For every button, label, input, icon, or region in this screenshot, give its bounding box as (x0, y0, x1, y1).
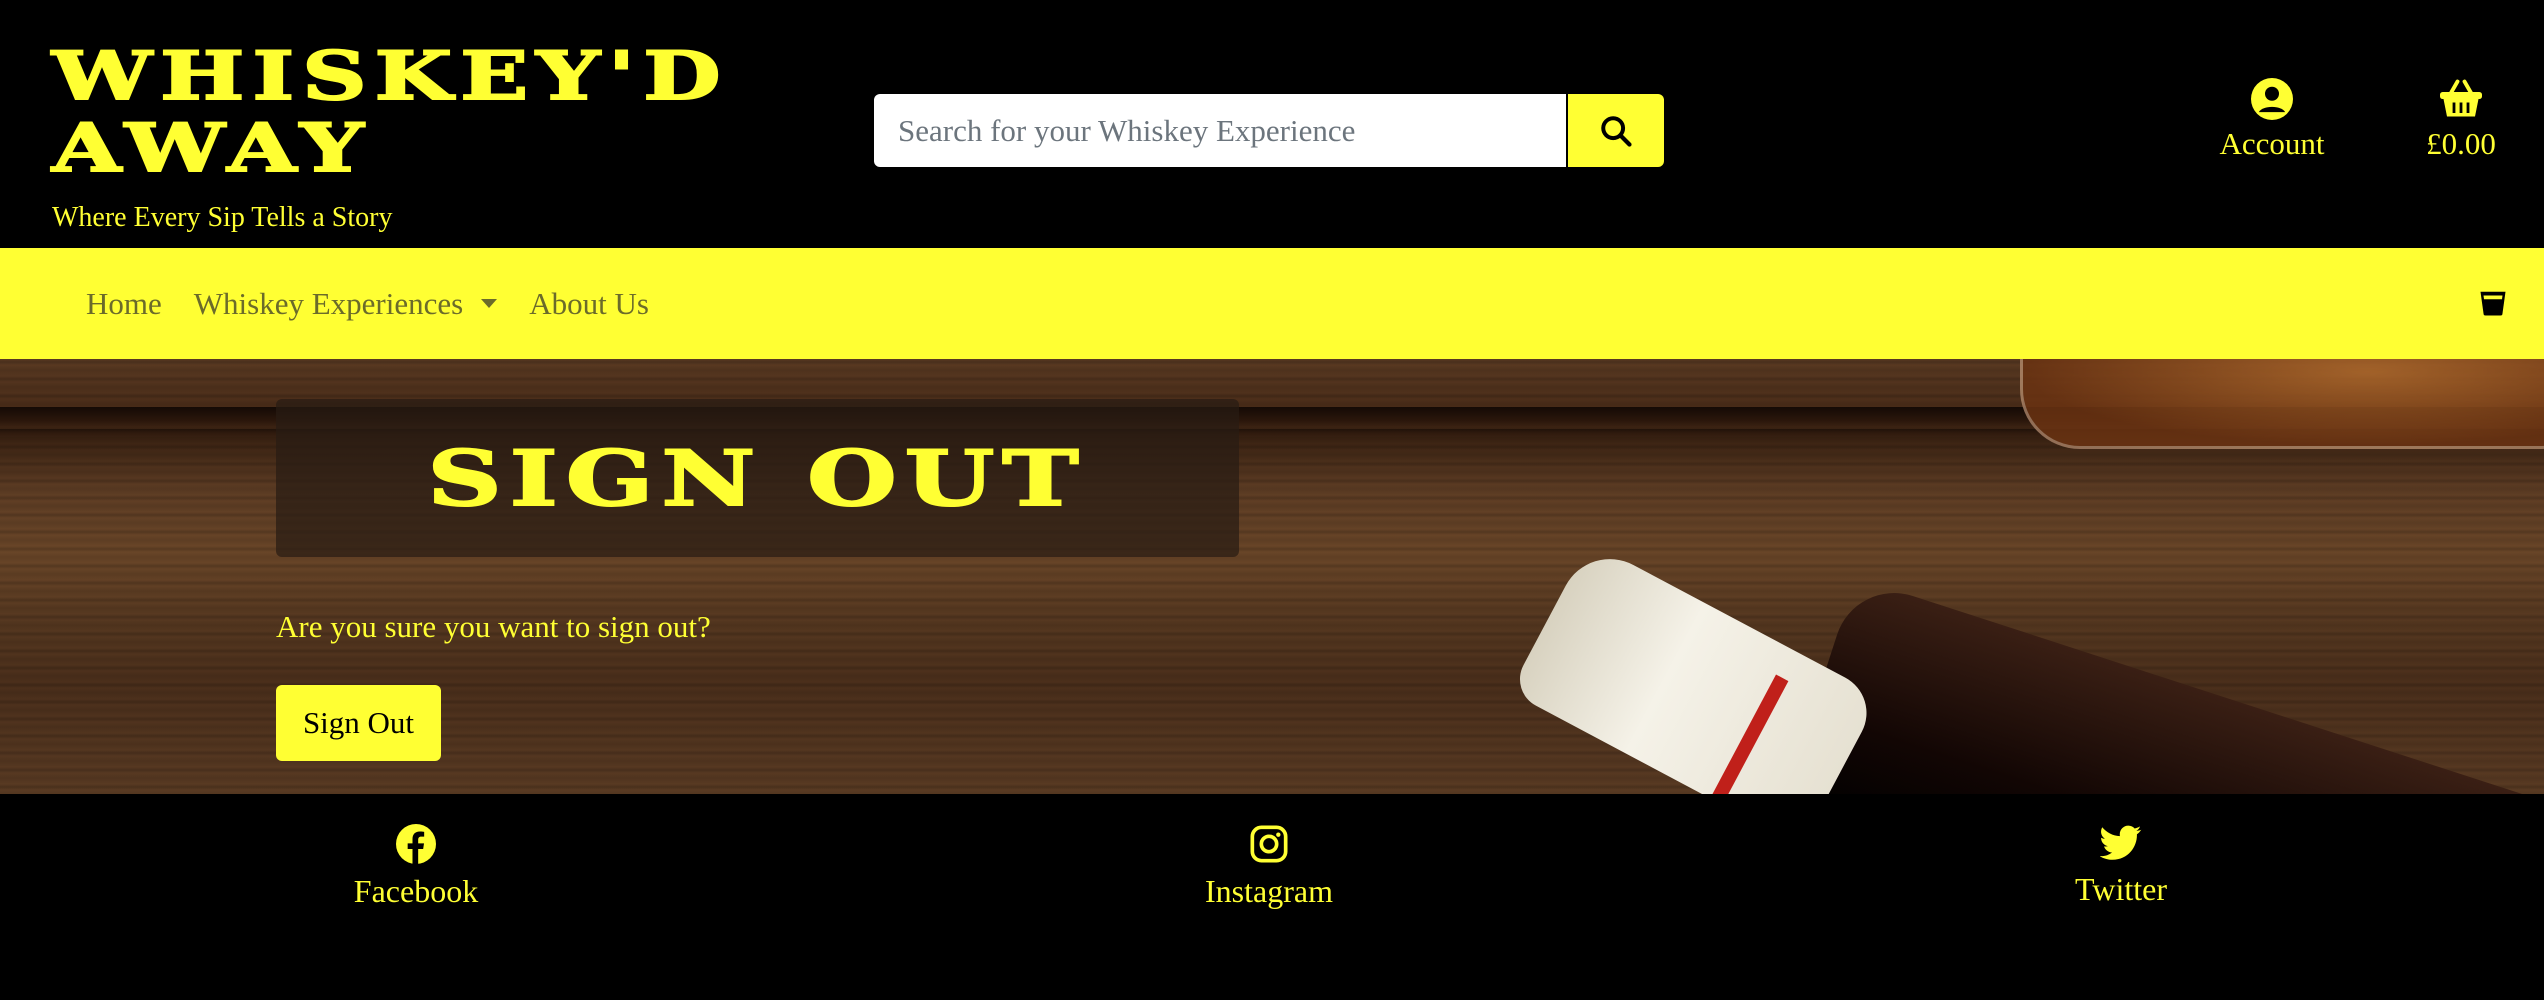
site-footer: Facebook Instagram Twitter (0, 794, 2544, 1000)
search-button[interactable] (1568, 94, 1664, 167)
sign-out-section: Sign Out Are you sure you want to sign o… (0, 359, 2544, 794)
main-navbar: Home Whiskey Experiences About Us (0, 248, 2544, 359)
site-header: Whiskey'd Away Where Every Sip Tells a S… (0, 0, 2544, 248)
nav-item-home[interactable]: Home (86, 286, 162, 322)
shopping-basket-icon (2440, 79, 2482, 117)
whiskey-glass-image (2020, 359, 2544, 449)
search-icon (1601, 115, 1632, 147)
nav-item-label: About Us (529, 285, 649, 321)
brand-tagline: Where Every Sip Tells a Story (52, 202, 393, 233)
page-title-box: Sign Out (276, 399, 1239, 557)
brand-title-line2: Away (51, 109, 372, 187)
nav-item-whiskey-experiences[interactable]: Whiskey Experiences (193, 285, 498, 322)
caret-down-icon (481, 299, 498, 308)
basket-total: £0.00 (2426, 126, 2496, 161)
facebook-link[interactable]: Facebook (296, 824, 536, 910)
facebook-icon (396, 824, 436, 864)
search-form (874, 94, 1664, 167)
nav-item-label: Home (86, 285, 162, 321)
search-input[interactable] (874, 94, 1566, 167)
twitter-icon (2099, 825, 2142, 860)
sign-out-question: Are you sure you want to sign out? (276, 609, 711, 644)
account-label: Account (2219, 126, 2325, 161)
brand-title-line1: Whiskey'd (51, 37, 729, 115)
nav-item-label: Whiskey Experiences (193, 285, 464, 321)
twitter-label: Twitter (2075, 871, 2167, 907)
page-title: Sign Out (427, 433, 1088, 524)
whiskey-bottle-image (1781, 577, 2544, 794)
whiskey-glass-icon[interactable] (2478, 288, 2508, 318)
sign-out-button[interactable]: Sign Out (276, 685, 441, 761)
basket-link[interactable]: £0.00 (2406, 78, 2516, 162)
instagram-link[interactable]: Instagram (1149, 824, 1389, 910)
twitter-link[interactable]: Twitter (2001, 824, 2241, 908)
bottle-cap-image (1509, 541, 1881, 794)
facebook-label: Facebook (353, 873, 479, 909)
instagram-label: Instagram (1205, 873, 1333, 909)
user-circle-icon (2251, 78, 2293, 120)
nav-item-about-us[interactable]: About Us (529, 286, 649, 322)
brand-logo[interactable]: Whiskey'd Away Where Every Sip Tells a S… (51, 39, 722, 234)
account-link[interactable]: Account (2212, 78, 2332, 162)
nav-links: Home Whiskey Experiences About Us (86, 248, 681, 359)
instagram-icon (1250, 825, 1288, 863)
